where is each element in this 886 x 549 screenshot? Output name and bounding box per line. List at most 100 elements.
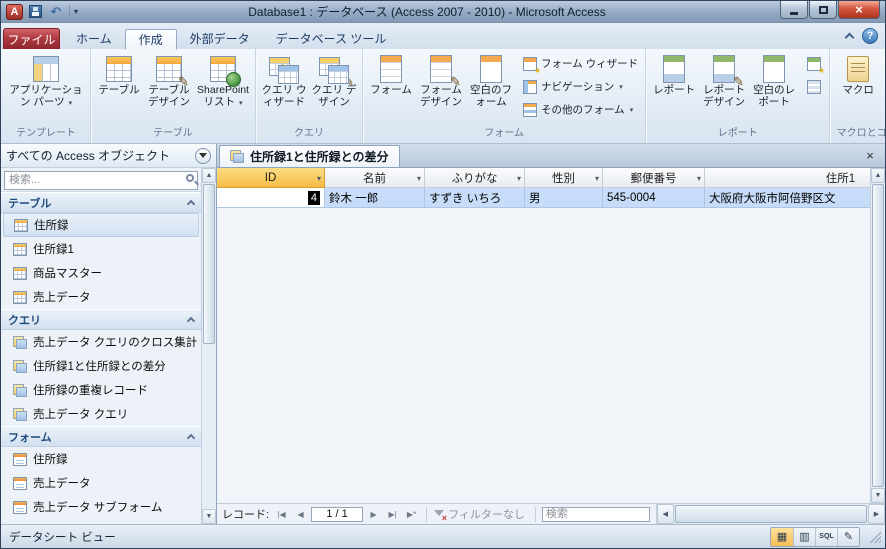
undo-button[interactable]: ↶: [47, 3, 65, 20]
form-design-button[interactable]: ✎ フォーム デザイン: [416, 52, 466, 108]
file-tab[interactable]: ファイル: [3, 28, 60, 49]
nav-item-table[interactable]: 住所録: [3, 213, 199, 237]
nav-item-label: 商品マスター: [33, 268, 102, 280]
help-button[interactable]: ?: [862, 28, 878, 44]
design-view-button[interactable]: ✎: [837, 527, 859, 546]
nav-item-table[interactable]: 売上データ: [3, 285, 199, 309]
close-document-icon[interactable]: ×: [862, 148, 878, 163]
sharepoint-lists-button[interactable]: SharePoint リスト ▾: [194, 52, 252, 110]
button-label: テーブル: [98, 84, 140, 96]
cell-value: 鈴木 一郎: [329, 192, 379, 205]
cell-name[interactable]: 鈴木 一郎: [325, 188, 425, 208]
form-button[interactable]: フォーム: [366, 52, 416, 96]
nav-item-query[interactable]: 住所録1と住所録との差分: [3, 354, 199, 378]
sql-view-button[interactable]: SQL: [815, 527, 837, 546]
cell-address[interactable]: 大阪府大阪市阿倍野区文: [705, 188, 870, 208]
new-record-button[interactable]: ▶*: [403, 507, 420, 522]
column-header-furigana[interactable]: ふりがな ▾: [425, 168, 525, 188]
report-wizard-button[interactable]: ★: [802, 52, 826, 75]
scrollbar-track[interactable]: [202, 345, 216, 509]
column-header-address[interactable]: 住所1▾: [705, 168, 870, 188]
save-button[interactable]: [26, 3, 44, 20]
ribbon-tab-external-data[interactable]: 外部データ: [177, 28, 263, 49]
record-search-input[interactable]: [541, 506, 650, 522]
application-parts-button[interactable]: アプリケーション パーツ ▾: [5, 52, 87, 110]
nav-search-input[interactable]: [4, 170, 198, 190]
filter-status-label[interactable]: フィルターなし: [448, 506, 525, 522]
nav-item-query[interactable]: 売上データ クエリのクロス集計: [3, 330, 199, 354]
nav-item-table[interactable]: 住所録1: [3, 237, 199, 261]
scrollbar-thumb[interactable]: [203, 184, 215, 344]
cell-gender[interactable]: 男: [525, 188, 603, 208]
nav-item-query[interactable]: 売上データ クエリ: [3, 402, 199, 426]
scroll-down-icon[interactable]: ▼: [202, 509, 216, 524]
previous-record-button[interactable]: ◀: [292, 507, 309, 522]
nav-item-form[interactable]: 住所録: [3, 447, 199, 471]
column-header-name[interactable]: 名前 ▾: [325, 168, 425, 188]
maximize-button[interactable]: [809, 1, 837, 19]
nav-pane-menu-button[interactable]: [195, 147, 211, 164]
scrollbar-thumb[interactable]: [872, 184, 884, 487]
pivottable-view-button[interactable]: ▥: [793, 527, 815, 546]
scroll-up-icon[interactable]: ▲: [202, 168, 216, 183]
first-record-button[interactable]: |◀: [273, 507, 290, 522]
filter-dropdown-icon[interactable]: ▾: [697, 174, 701, 183]
filter-dropdown-icon[interactable]: ▾: [317, 174, 321, 183]
table-row: 4 鈴木 一郎 すずき いちろ 男 545-0004 大阪府大阪市阿倍野区文: [217, 188, 870, 208]
no-filter-icon[interactable]: [433, 508, 447, 523]
next-record-button[interactable]: ▶: [365, 507, 382, 522]
scroll-down-icon[interactable]: ▼: [871, 488, 885, 503]
nav-item-form[interactable]: 売上データ サブフォーム: [3, 495, 199, 519]
resize-grip[interactable]: [868, 530, 881, 543]
nav-section-queries[interactable]: クエリ: [1, 309, 201, 330]
datasheet-view-button[interactable]: ▦: [771, 527, 793, 546]
datasheet-vertical-scrollbar[interactable]: ▲ ▼: [870, 168, 885, 503]
column-header-postal[interactable]: 郵便番号 ▾: [603, 168, 705, 188]
navigation-button[interactable]: ナビゲーション ▾: [519, 75, 642, 98]
document-tab[interactable]: 住所録1と住所録との差分: [219, 145, 400, 167]
close-button[interactable]: ×: [838, 1, 880, 19]
scroll-right-icon[interactable]: ▶: [868, 504, 885, 524]
report-design-button[interactable]: ✎ レポート デザイン: [699, 52, 749, 108]
scroll-up-icon[interactable]: ▲: [871, 168, 885, 183]
query-design-button[interactable]: ✎ クエリ デザイン: [309, 52, 359, 108]
query-wizard-button[interactable]: ★ クエリ ウィザード: [259, 52, 309, 108]
blank-form-button[interactable]: 空白のフォーム: [466, 52, 516, 108]
nav-item-form[interactable]: 売上データ: [3, 471, 199, 495]
table-design-button[interactable]: ✎ テーブル デザイン: [144, 52, 194, 108]
record-position-input[interactable]: [311, 506, 364, 522]
qat-customize-button[interactable]: ▾: [74, 7, 78, 16]
macro-icon: [842, 54, 874, 84]
cell-postal[interactable]: 545-0004: [603, 188, 705, 208]
report-button[interactable]: レポート: [649, 52, 699, 96]
blank-report-button[interactable]: 空白のレポート: [749, 52, 799, 108]
nav-section-tables[interactable]: テーブル: [1, 192, 201, 213]
macro-button[interactable]: マクロ: [833, 52, 883, 96]
more-forms-button[interactable]: その他のフォーム ▾: [519, 98, 642, 121]
nav-item-query[interactable]: 住所録の重複レコード: [3, 378, 199, 402]
minimize-ribbon-icon[interactable]: [844, 32, 855, 43]
labels-button[interactable]: [802, 75, 826, 98]
cell-furigana[interactable]: すずき いちろ: [425, 188, 525, 208]
ribbon-tab-database-tools[interactable]: データベース ツール: [263, 28, 400, 49]
navigation-pane-title[interactable]: すべての Access オブジェクト: [6, 147, 191, 164]
filter-dropdown-icon[interactable]: ▾: [417, 174, 421, 183]
nav-item-table[interactable]: 商品マスター: [3, 261, 199, 285]
minimize-button[interactable]: [780, 1, 808, 19]
last-record-button[interactable]: ▶|: [384, 507, 401, 522]
form-wizard-button[interactable]: ★ フォーム ウィザード: [519, 52, 642, 75]
table-button[interactable]: テーブル: [94, 52, 144, 96]
column-header-id[interactable]: ID ▾: [217, 168, 325, 188]
cell-id[interactable]: 4: [217, 188, 325, 208]
nav-pane-scrollbar[interactable]: ▲ ▼: [201, 168, 216, 524]
access-app-icon[interactable]: A: [6, 3, 23, 20]
horizontal-scrollbar[interactable]: ◀ ▶: [655, 504, 885, 524]
filter-dropdown-icon[interactable]: ▾: [517, 174, 521, 183]
ribbon-tab-home[interactable]: ホーム: [63, 28, 125, 49]
column-header-gender[interactable]: 性別 ▾: [525, 168, 603, 188]
scrollbar-thumb[interactable]: [674, 505, 867, 523]
ribbon-tab-create[interactable]: 作成: [124, 29, 177, 50]
scroll-left-icon[interactable]: ◀: [656, 504, 674, 524]
nav-section-forms[interactable]: フォーム: [1, 426, 201, 447]
filter-dropdown-icon[interactable]: ▾: [595, 174, 599, 183]
